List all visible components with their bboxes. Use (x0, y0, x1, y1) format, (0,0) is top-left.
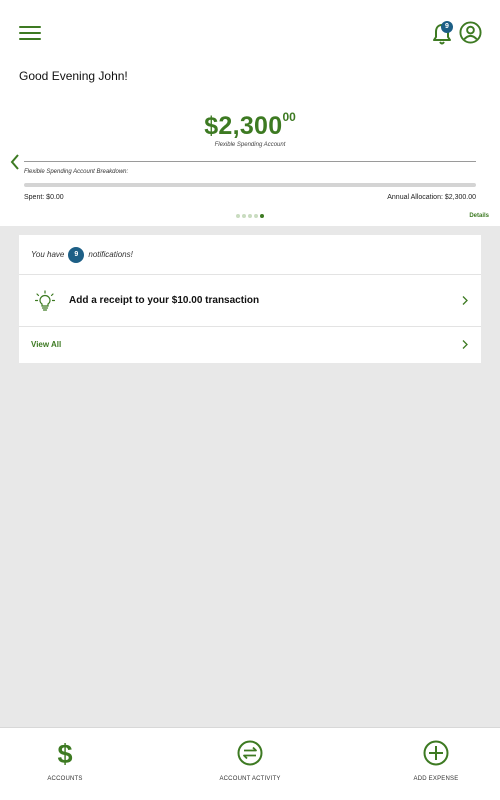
hamburger-menu-icon[interactable] (19, 26, 41, 40)
page-dot[interactable] (236, 214, 240, 218)
tab-label: ACCOUNTS (47, 776, 83, 782)
tab-label: ACCOUNT ACTIVITY (219, 776, 281, 782)
greeting: Good Evening John! (19, 69, 128, 83)
breakdown-label: Flexible Spending Account Breakdown: (24, 169, 129, 175)
page-dot[interactable] (254, 214, 258, 218)
notification-item[interactable]: Add a receipt to your $10.00 transaction (19, 275, 481, 327)
details-link[interactable]: Details (469, 213, 489, 219)
annual-allocation: Annual Allocation: $2,300.00 (387, 194, 476, 201)
tab-account-activity[interactable]: ACCOUNT ACTIVITY (200, 728, 300, 800)
notifications-header: You have 9 notifications! (19, 235, 481, 275)
tab-label: ADD EXPENSE (413, 776, 459, 782)
notifications-prefix: You have (31, 250, 65, 259)
tab-add-expense[interactable]: ADD EXPENSE (396, 728, 476, 800)
page-indicator (236, 214, 264, 219)
notification-text: Add a receipt to your $10.00 transaction (69, 295, 260, 306)
dollar-icon: $ (57, 740, 72, 766)
chevron-right-icon (462, 296, 468, 305)
plus-circle-icon (423, 740, 449, 766)
user-circle-icon[interactable] (459, 21, 482, 44)
notifications-card: You have 9 notifications! Add a receipt … (19, 235, 481, 363)
account-balance: $2,30000 (0, 110, 500, 141)
bottom-navigation: $ ACCOUNTS ACCOUNT ACTIVITY ADD EXPENSE (0, 727, 500, 800)
balance-dollars: $2,300 (204, 112, 283, 140)
svg-text:$: $ (57, 740, 72, 766)
page-dot[interactable] (242, 214, 246, 218)
chevron-right-icon (462, 340, 468, 349)
notifications-suffix: notifications! (88, 250, 133, 259)
tab-accounts[interactable]: $ ACCOUNTS (25, 728, 105, 800)
page-dot-active[interactable] (260, 214, 264, 218)
chevron-left-icon[interactable] (10, 154, 20, 170)
view-all-notifications[interactable]: View All (19, 327, 481, 362)
balance-cents: 00 (282, 110, 296, 124)
notification-count-badge: 9 (441, 21, 453, 33)
spent-amount: Spent: $0.00 (24, 194, 64, 201)
divider (24, 161, 476, 162)
spending-progress-bar (24, 183, 476, 187)
account-type-label: Flexible Spending Account (214, 142, 286, 148)
view-all-label: View All (31, 340, 62, 349)
account-summary-panel: 9 Good Evening John! $2,30000 Flexible S… (0, 0, 500, 226)
lightbulb-icon (35, 290, 55, 311)
account-activity-icon (237, 740, 263, 766)
notifications-count-badge: 9 (68, 246, 85, 263)
page-dot[interactable] (248, 214, 252, 218)
